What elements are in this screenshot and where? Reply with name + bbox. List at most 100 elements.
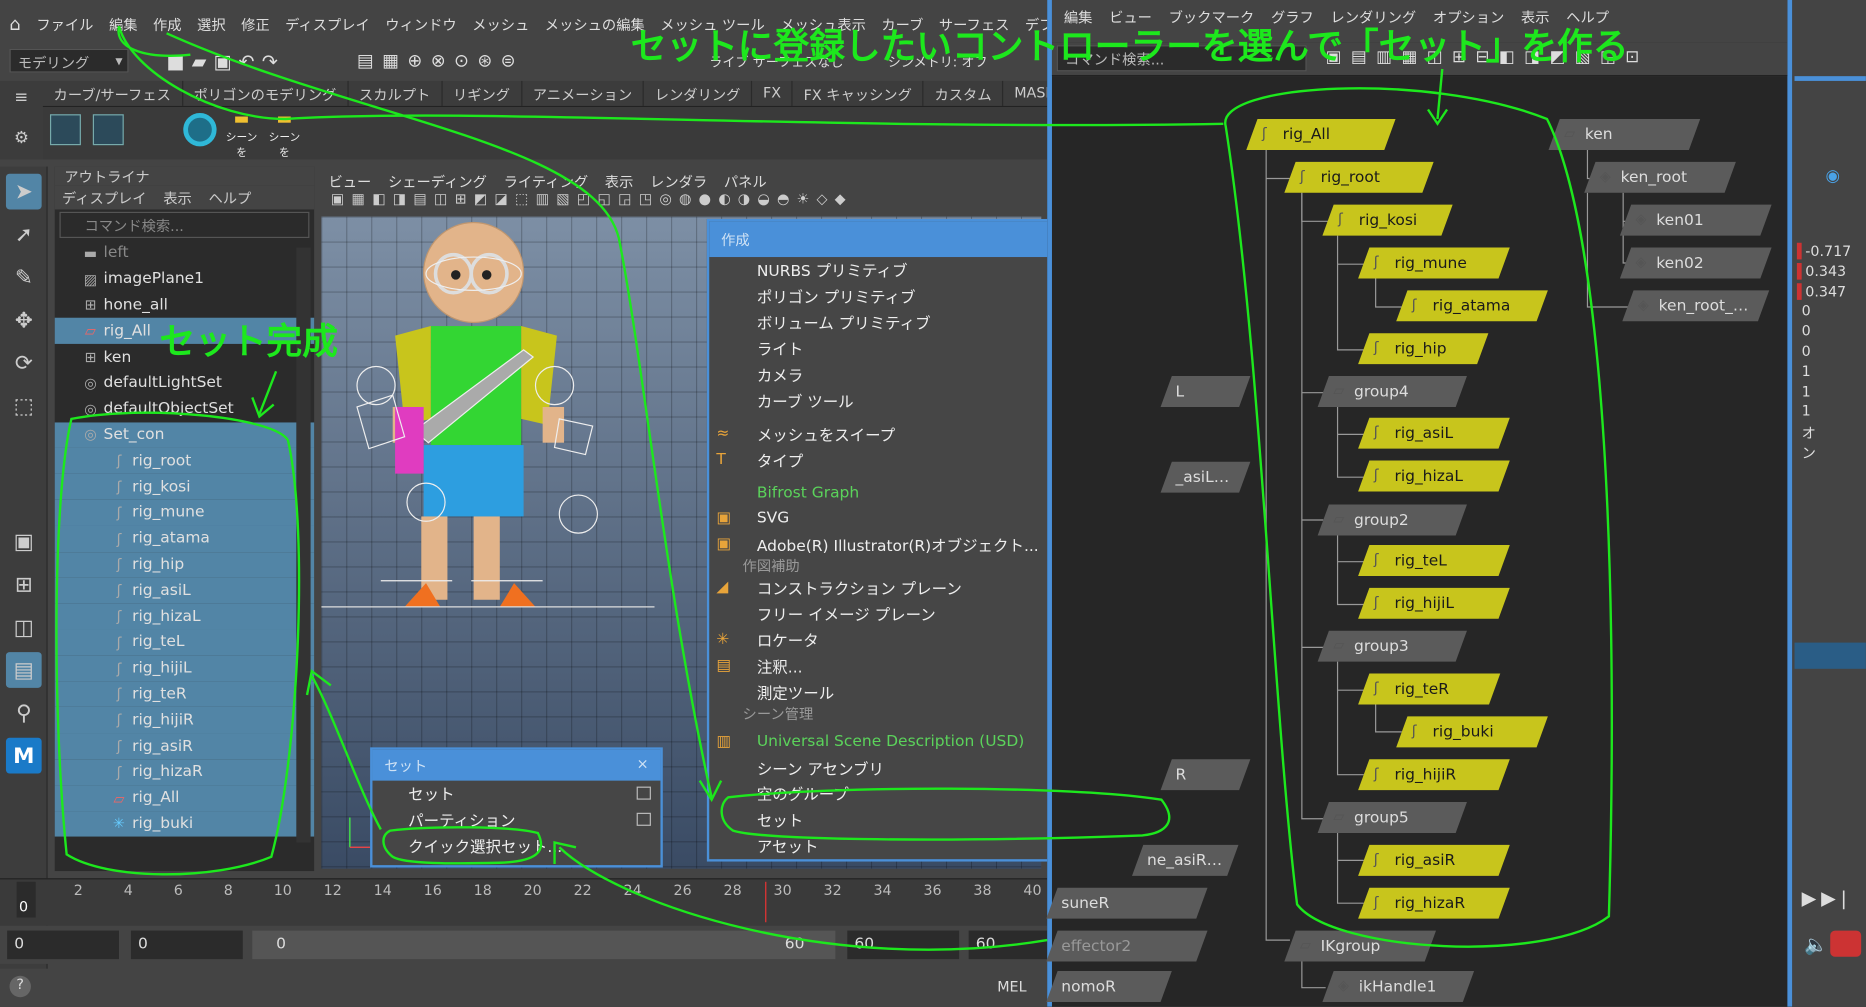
shelf-tab[interactable]: カーブ/サーフェス	[43, 80, 183, 106]
playback-start-field[interactable]: 0	[130, 930, 243, 960]
outliner-menu-item[interactable]: ディスプレイ	[62, 187, 147, 207]
viewport-menu-item[interactable]: レンダラ	[650, 171, 707, 191]
channel-value[interactable]: 0.347	[1796, 282, 1846, 300]
shelf-tab[interactable]: ポリゴンのモデリング	[183, 80, 349, 106]
graph-node[interactable]: ʃ rig_atama	[1396, 290, 1548, 322]
graph-node[interactable]: ◈ ken_root	[1584, 161, 1736, 193]
outliner-item[interactable]: ◎ defaultLightSet	[55, 370, 314, 396]
option-box-icon[interactable]	[636, 813, 651, 827]
outliner-menu-item[interactable]: 表示	[163, 187, 192, 207]
mode-dropdown[interactable]: モデリング ▾	[9, 48, 129, 73]
playhead[interactable]	[765, 881, 767, 923]
partial-graph-node[interactable]: effector2	[1046, 930, 1208, 962]
graph-node[interactable]: ◈ ken02	[1619, 247, 1772, 279]
outliner-shelf-icon[interactable]	[49, 114, 81, 146]
channel-value[interactable]: 1	[1802, 363, 1811, 380]
outliner-item[interactable]: ʃ rig_mune	[54, 499, 315, 526]
current-frame[interactable]: 0	[16, 881, 36, 918]
graph-node[interactable]: ʃ rig_teR	[1358, 673, 1501, 705]
outliner-item[interactable]: ʃ rig_teR	[54, 681, 315, 708]
snap-view-icon[interactable]: ⊛	[477, 50, 500, 71]
channel-value[interactable]: 0	[1802, 323, 1811, 340]
menu-item[interactable]: 選択	[197, 14, 226, 34]
partial-graph-node[interactable]: _asiL…	[1160, 461, 1251, 493]
snap-surface-icon[interactable]: ⊜	[501, 50, 524, 71]
speaker-icon[interactable]: 🔈	[1804, 933, 1828, 956]
outliner-item[interactable]: ▱ rig_All	[54, 785, 315, 812]
partial-graph-node[interactable]: suneR	[1046, 887, 1208, 919]
partial-graph-node[interactable]: L	[1160, 376, 1251, 407]
viewport-menu-item[interactable]: パネル	[724, 171, 767, 191]
graph-node[interactable]: ʃ rig_mune	[1358, 247, 1510, 279]
snap-grid-icon[interactable]: ⊕	[407, 50, 430, 71]
file-tools[interactable]: ■▰▣↶↷	[167, 50, 285, 73]
menu-item[interactable]: 修正	[241, 14, 270, 34]
range-bar[interactable]: 0 60	[252, 930, 836, 960]
start-time-field[interactable]: 0	[7, 930, 120, 960]
viewport-menu-item[interactable]: シェーディング	[388, 171, 487, 191]
select-tool-icon[interactable]: ➤	[5, 173, 42, 210]
save-icon[interactable]: ▣	[214, 50, 239, 73]
paint-select-icon[interactable]: ✎	[6, 259, 42, 295]
viewport-menu-item[interactable]: 表示	[605, 171, 634, 191]
channel-value[interactable]: 0	[1802, 303, 1811, 320]
shelf-tab[interactable]: FX	[752, 80, 793, 106]
viewport-menu-item[interactable]: ビュー	[328, 171, 371, 191]
outliner-menu-item[interactable]: ヘルプ	[208, 187, 251, 207]
outliner-item[interactable]: ʃ rig_kosi	[54, 473, 315, 500]
component-mode-icon[interactable]: ▦	[382, 50, 407, 71]
graph-node[interactable]: ▱ IKgroup	[1284, 930, 1437, 962]
viewport-toolbar[interactable]: ▣▦◧◨▤◫⊞◩◪⬚▥▧◰◱◲◳◎◍●◐◑◒◓☀◇◆	[331, 190, 1045, 211]
outliner-item[interactable]: ◎ Set_con	[54, 421, 315, 448]
graph-node[interactable]: ▱ ken	[1548, 119, 1701, 150]
channel-value[interactable]: オン	[1802, 423, 1816, 463]
partial-graph-node[interactable]: nomoR	[1046, 971, 1172, 1002]
set-popup-item[interactable]: パーティション	[372, 807, 660, 833]
graph-node[interactable]: ʃ rig_hizaL	[1358, 460, 1510, 492]
script-language-toggle[interactable]: MEL	[997, 978, 1026, 995]
layout-outliner-icon[interactable]: ▤	[5, 652, 42, 688]
channel-value[interactable]: 1	[1802, 403, 1811, 420]
graph-node[interactable]: ʃ rig_All	[1246, 119, 1396, 150]
snap-point-icon[interactable]: ⊙	[454, 50, 477, 71]
time-slider[interactable]: 0246810121416182022242628303234363840 0	[0, 878, 1048, 926]
scene-shelf-button-2[interactable]: ▬ シーンを	[264, 109, 304, 159]
playback-controls[interactable]: ▶▶|	[1802, 887, 1852, 910]
hypergraph-shelf-icon[interactable]	[92, 114, 124, 146]
camera-icon[interactable]: ◉	[1825, 167, 1840, 186]
outliner-item[interactable]: ▬ left	[55, 240, 314, 266]
outliner-item[interactable]: ʃ rig_teL	[54, 629, 315, 656]
target-shelf-icon[interactable]	[183, 113, 217, 147]
search-icon[interactable]: ⚲	[6, 695, 42, 731]
playback-end-field[interactable]: 60	[847, 930, 960, 960]
graph-node[interactable]: ▱ group5	[1317, 802, 1467, 834]
scale-tool-icon[interactable]: ⬚	[6, 388, 42, 424]
outliner-item[interactable]: ʃ rig_atama	[54, 525, 315, 552]
outliner-item[interactable]: ▨ imagePlane1	[55, 266, 314, 292]
graph-node[interactable]: ʃ rig_hizaR	[1358, 887, 1510, 919]
outliner-item[interactable]: ʃ rig_asiR	[54, 733, 315, 760]
menu-icon[interactable]: ≡	[0, 88, 43, 107]
graph-node[interactable]: ▱ group4	[1317, 376, 1467, 407]
select-mode-icon[interactable]: ▤	[357, 50, 382, 71]
gear-icon[interactable]: ⚙	[0, 129, 43, 148]
graph-node[interactable]: ʃ rig_buki	[1396, 716, 1548, 748]
outliner-search-input[interactable]: コマンド検索...	[59, 211, 310, 239]
partial-graph-node[interactable]: R	[1160, 759, 1251, 791]
snap-curve-icon[interactable]: ⊗	[431, 50, 454, 71]
graph-node[interactable]: ʃ rig_hijiL	[1358, 587, 1510, 619]
shelf-tab[interactable]: レンダリング	[644, 80, 753, 106]
layout-four-icon[interactable]: ⊞	[6, 566, 42, 602]
graph-node[interactable]: ʃ rig_asiL	[1358, 417, 1510, 449]
move-tool-icon[interactable]: ✥	[6, 302, 42, 338]
shelf-tab[interactable]: リギング	[442, 80, 523, 106]
set-popup-item[interactable]: クイック選択セット...	[372, 833, 660, 859]
layout-single-icon[interactable]: ▣	[6, 524, 42, 560]
outliner-item[interactable]: ʃ rig_hijiL	[54, 655, 315, 682]
graph-node[interactable]: ʃ rig_teL	[1358, 545, 1510, 576]
channel-value[interactable]: -0.717	[1796, 242, 1851, 260]
rotate-tool-icon[interactable]: ⟳	[6, 345, 42, 381]
graph-node[interactable]: ◈ ken01	[1619, 204, 1772, 236]
set-popup-item[interactable]: セット	[372, 781, 660, 807]
outliner-item[interactable]: ʃ rig_hizaL	[54, 603, 315, 630]
